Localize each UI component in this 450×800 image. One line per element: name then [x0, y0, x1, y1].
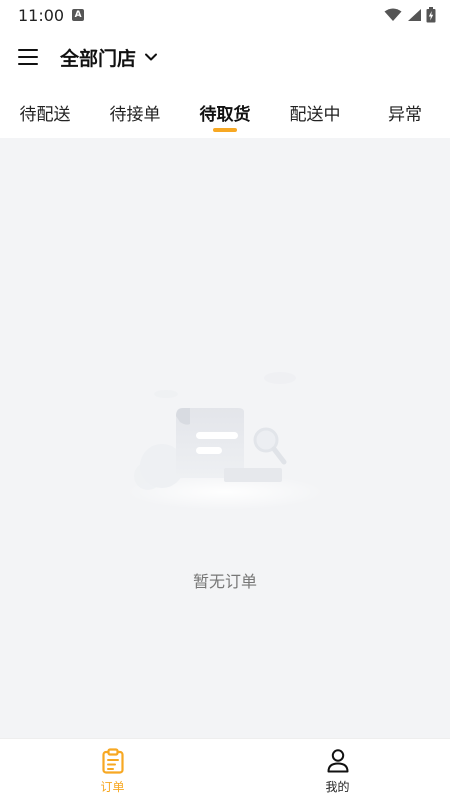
chevron-down-icon — [144, 52, 158, 62]
nav-label-profile: 我的 — [325, 780, 350, 794]
bottom-navigation: 订单 我的 — [0, 738, 450, 800]
nav-label-orders: 订单 — [100, 780, 125, 794]
tab-pending-accept[interactable]: 待接单 — [90, 90, 180, 136]
tab-label: 待取货 — [199, 105, 251, 125]
tab-label: 异常 — [388, 105, 422, 125]
status-time: 11:00 — [18, 5, 65, 25]
order-list-area[interactable]: 暂无订单 — [0, 138, 450, 738]
tab-in-delivery[interactable]: 配送中 — [270, 90, 360, 136]
tab-pending-delivery[interactable]: 待配送 — [0, 90, 90, 136]
status-right — [384, 7, 436, 23]
user-icon — [327, 749, 348, 773]
accessibility-a-icon: A — [72, 9, 85, 21]
order-status-tabs: 待配送 待接单 待取货 配送中 异常 — [0, 90, 450, 136]
active-tab-indicator — [213, 128, 237, 132]
battery-icon — [426, 7, 436, 23]
status-bar: 11:00 A — [0, 0, 450, 30]
hamburger-menu-icon[interactable] — [18, 49, 38, 65]
tab-label: 待配送 — [19, 105, 71, 125]
tab-label: 配送中 — [289, 105, 341, 125]
signal-icon — [408, 9, 421, 21]
tab-exception[interactable]: 异常 — [360, 90, 450, 136]
empty-state-text: 暂无订单 — [192, 572, 257, 591]
tab-pending-pickup[interactable]: 待取货 — [180, 90, 270, 136]
wifi-icon — [384, 8, 402, 21]
store-selector[interactable]: 全部门店 — [60, 44, 158, 71]
nav-item-profile[interactable]: 我的 — [225, 739, 450, 800]
store-title: 全部门店 — [60, 47, 137, 70]
tab-label: 待接单 — [109, 105, 161, 125]
empty-document-illustration — [125, 372, 325, 510]
clipboard-icon — [101, 748, 124, 774]
app-header: 全部门店 — [0, 34, 450, 80]
nav-item-orders[interactable]: 订单 — [0, 739, 225, 800]
status-left: 11:00 A — [18, 5, 85, 25]
